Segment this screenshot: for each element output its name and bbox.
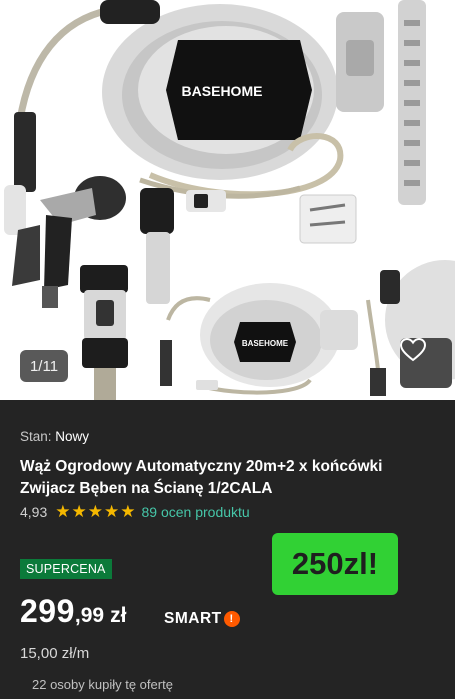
star-icon: ★ <box>55 502 71 521</box>
star-icon: ★ <box>71 502 87 521</box>
reviews-link[interactable]: 89 ocen produktu <box>142 504 250 520</box>
favorite-button[interactable] <box>400 338 452 388</box>
smart-label: SMART <box>164 610 222 627</box>
price-currency: zł <box>110 604 127 627</box>
product-title: Wąż Ogrodowy Automatyczny 20m+2 x końców… <box>20 458 383 497</box>
smart-info-icon: ! <box>223 611 240 627</box>
image-counter: 1/11 <box>20 350 68 382</box>
supercena-badge: SUPERCENA <box>20 559 112 579</box>
rating-row[interactable]: 4,93 ★ ★ ★ ★ ★ 89 ocen produktu <box>20 503 250 520</box>
star-icon: ★ <box>87 502 103 521</box>
brand-logo: BASEHOME <box>182 83 263 99</box>
heart-icon <box>400 338 426 362</box>
promo-label: 250zl! <box>272 533 398 595</box>
smart-badge[interactable]: SMART ! <box>164 610 240 628</box>
product-image: BASEHOME BASEHOME <box>4 0 455 400</box>
brand-logo-small: BASEHOME <box>242 339 289 348</box>
purchase-count: 22 osoby kupiły tę ofertę <box>32 677 173 692</box>
unit-price: 15,00 zł/m <box>20 645 90 662</box>
condition-value: Nowy <box>55 429 90 444</box>
condition-label: Stan: <box>20 429 52 444</box>
condition: Stan: Nowy <box>20 429 89 444</box>
price-integer: 299 <box>20 593 75 629</box>
product-gallery[interactable]: BASEHOME BASEHOME 1/11 <box>0 0 455 400</box>
rating-stars: ★ ★ ★ ★ ★ <box>55 503 135 520</box>
star-icon: ★ <box>120 502 136 521</box>
star-icon: ★ <box>104 502 120 521</box>
product-info: Stan: Nowy Wąż Ogrodowy Automatyczny 20m… <box>0 400 455 699</box>
price-decimal: ,99 <box>74 604 105 627</box>
rating-score: 4,93 <box>20 503 48 520</box>
price: 299 ,99 zł <box>20 593 126 630</box>
